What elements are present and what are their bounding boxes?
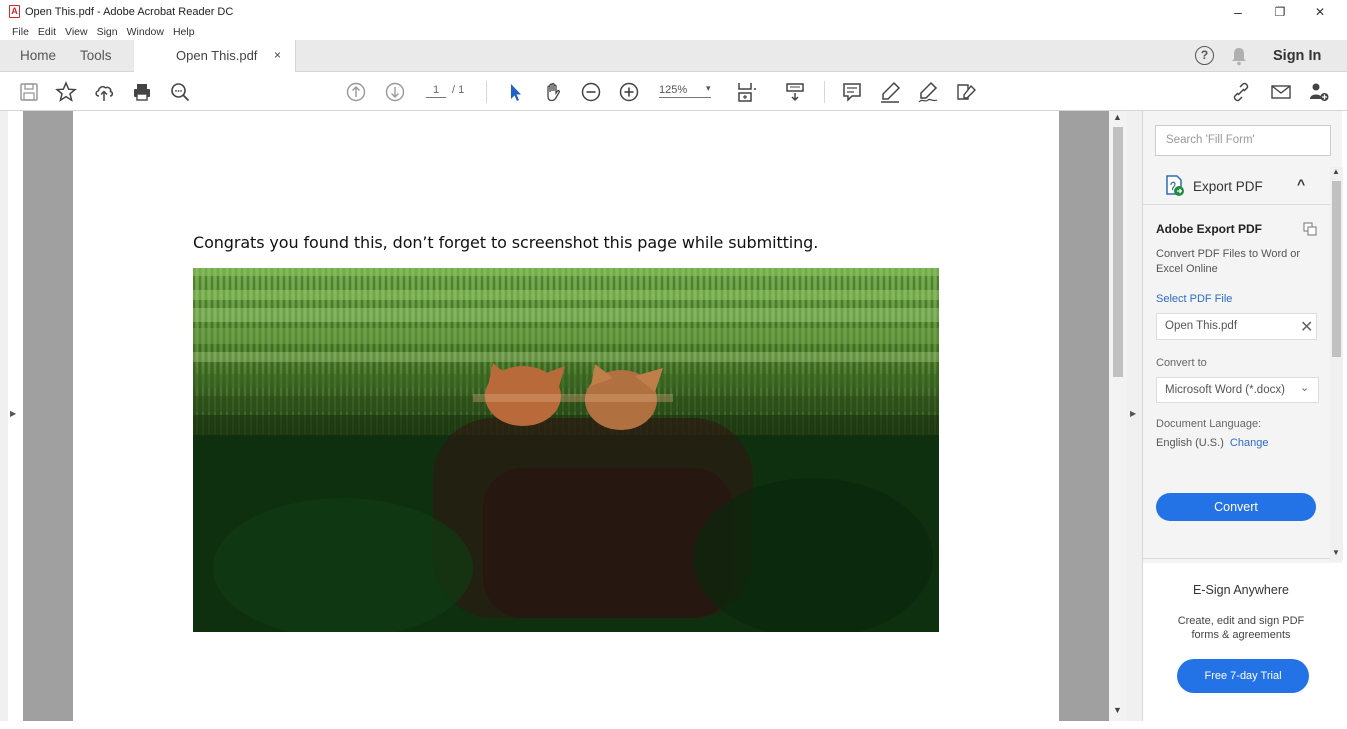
- tab-document-label: Open This.pdf: [176, 48, 258, 63]
- search-zoom-icon[interactable]: [167, 79, 193, 105]
- page-number-input[interactable]: 1: [426, 84, 446, 98]
- pane-divider: [1143, 558, 1330, 559]
- right-pane: Search 'Fill Form' Export PDF ^ ▲ ▼ Adob…: [1142, 111, 1343, 721]
- next-page-icon[interactable]: [382, 79, 408, 105]
- highlight-pen-icon[interactable]: [877, 79, 903, 105]
- acrobat-logo-icon: A: [9, 5, 20, 18]
- document-language-label: Document Language:: [1156, 418, 1262, 430]
- right-pane-scrollbar[interactable]: ▲ ▼: [1330, 167, 1343, 561]
- toolbar: 1 / 1 125% ▾: [0, 72, 1347, 111]
- adobe-export-description: Convert PDF Files to Word or Excel Onlin…: [1156, 248, 1301, 275]
- bookmark-star-icon[interactable]: [53, 79, 79, 105]
- restore-button[interactable]: ❐: [1265, 3, 1295, 21]
- share-link-icon[interactable]: [1228, 79, 1254, 105]
- menu-bar: File Edit View Sign Window Help: [0, 24, 1347, 40]
- expand-left-panel-icon[interactable]: ▶: [10, 409, 16, 418]
- upload-cloud-icon[interactable]: [91, 79, 117, 105]
- selected-file-name: Open This.pdf: [1165, 320, 1238, 332]
- chevron-down-icon[interactable]: ⌄: [1300, 381, 1309, 394]
- search-tools-input[interactable]: Search 'Fill Form': [1155, 125, 1331, 156]
- right-pane-toggle[interactable]: ▶: [1127, 111, 1142, 721]
- page-gutter-left: [23, 111, 73, 721]
- free-trial-button[interactable]: Free 7-day Trial: [1177, 659, 1309, 693]
- previous-page-icon[interactable]: [343, 79, 369, 105]
- document-language-value: English (U.S.): [1156, 437, 1224, 449]
- menu-view[interactable]: View: [65, 26, 88, 38]
- esign-description: Create, edit and sign PDF forms & agreem…: [1177, 615, 1305, 641]
- sign-in-button[interactable]: Sign In: [1273, 48, 1321, 64]
- scrollbar-thumb[interactable]: [1113, 127, 1123, 377]
- title-bar: A Open This.pdf - Adobe Acrobat Reader D…: [0, 0, 1347, 24]
- copy-icon[interactable]: [1303, 222, 1317, 236]
- clear-file-icon[interactable]: ✕: [1300, 317, 1313, 337]
- zoom-in-icon[interactable]: [616, 79, 642, 105]
- right-scroll-up-icon[interactable]: ▲: [1332, 167, 1340, 176]
- fill-sign-icon[interactable]: [953, 79, 979, 105]
- esign-promo: E-Sign Anywhere Create, edit and sign PD…: [1143, 563, 1343, 721]
- scroll-up-icon[interactable]: ▲: [1113, 112, 1122, 122]
- document-language: English (U.S.) Change: [1156, 437, 1268, 449]
- esign-title: E-Sign Anywhere: [1193, 583, 1289, 597]
- right-scrollbar-thumb[interactable]: [1332, 181, 1341, 357]
- right-scroll-down-icon[interactable]: ▼: [1332, 548, 1340, 557]
- document-scrollbar[interactable]: ▲ ▼: [1109, 111, 1127, 721]
- zoom-out-icon[interactable]: [578, 79, 604, 105]
- page-gutter-right: [1059, 111, 1109, 721]
- email-icon[interactable]: [1268, 79, 1294, 105]
- print-icon[interactable]: [129, 79, 155, 105]
- page-text: Congrats you found this, don’t forget to…: [193, 233, 819, 252]
- menu-sign[interactable]: Sign: [97, 26, 118, 38]
- sign-pen-icon[interactable]: [915, 79, 941, 105]
- adobe-export-title: Adobe Export PDF: [1156, 222, 1263, 236]
- zoom-level-select[interactable]: 125%: [659, 84, 711, 98]
- window-title: Open This.pdf - Adobe Acrobat Reader DC: [25, 6, 234, 18]
- comment-icon[interactable]: [839, 79, 865, 105]
- select-pdf-file-link[interactable]: Select PDF File: [1156, 293, 1232, 305]
- convert-button[interactable]: Convert: [1156, 493, 1316, 521]
- convert-format-select[interactable]: Microsoft Word (*.docx) ⌄: [1156, 377, 1319, 403]
- toolbar-divider: [486, 81, 487, 103]
- add-user-icon[interactable]: [1306, 79, 1332, 105]
- fit-page-icon[interactable]: [733, 79, 759, 105]
- export-pdf-title: Export PDF: [1193, 179, 1263, 194]
- save-icon[interactable]: [16, 79, 42, 105]
- convert-to-label: Convert to: [1156, 357, 1207, 369]
- menu-help[interactable]: Help: [173, 26, 195, 38]
- zoom-dropdown-icon[interactable]: ▾: [706, 83, 711, 94]
- notification-bell-icon[interactable]: [1230, 46, 1248, 66]
- menu-edit[interactable]: Edit: [38, 26, 56, 38]
- collapse-caret-icon[interactable]: ^: [1297, 176, 1305, 192]
- hand-tool-icon[interactable]: [540, 79, 566, 105]
- left-panel-toggle[interactable]: [0, 111, 8, 729]
- tab-tools[interactable]: Tools: [80, 48, 112, 63]
- pdf-page: Congrats you found this, don’t forget to…: [73, 111, 1059, 721]
- bottom-edge: [0, 721, 1347, 729]
- change-language-link[interactable]: Change: [1230, 437, 1269, 449]
- close-button[interactable]: ✕: [1305, 3, 1335, 21]
- help-icon[interactable]: ?: [1195, 46, 1214, 65]
- scrolling-mode-icon[interactable]: [782, 79, 808, 105]
- tab-bar: Home Tools Open This.pdf × ? Sign In: [0, 40, 1347, 72]
- document-viewport[interactable]: ▶ Congrats you found this, don’t forget …: [0, 111, 1127, 729]
- convert-format-value: Microsoft Word (*.docx): [1165, 384, 1285, 396]
- scroll-down-icon[interactable]: ▼: [1113, 705, 1122, 715]
- tab-document[interactable]: Open This.pdf ×: [134, 40, 296, 72]
- menu-window[interactable]: Window: [127, 26, 164, 38]
- page-total: / 1: [452, 84, 465, 96]
- tab-home[interactable]: Home: [20, 48, 56, 63]
- tab-close-icon[interactable]: ×: [274, 48, 281, 62]
- collapse-right-pane-icon[interactable]: ▶: [1130, 409, 1136, 418]
- cat-photo: [193, 268, 939, 632]
- minimize-button[interactable]: –: [1223, 3, 1253, 21]
- select-cursor-icon[interactable]: [502, 79, 528, 105]
- toolbar-divider: [824, 81, 825, 103]
- export-pdf-header[interactable]: Export PDF ^: [1143, 167, 1343, 205]
- export-pdf-icon: [1166, 175, 1184, 196]
- selected-file-field[interactable]: Open This.pdf ✕: [1156, 313, 1317, 340]
- menu-file[interactable]: File: [12, 26, 29, 38]
